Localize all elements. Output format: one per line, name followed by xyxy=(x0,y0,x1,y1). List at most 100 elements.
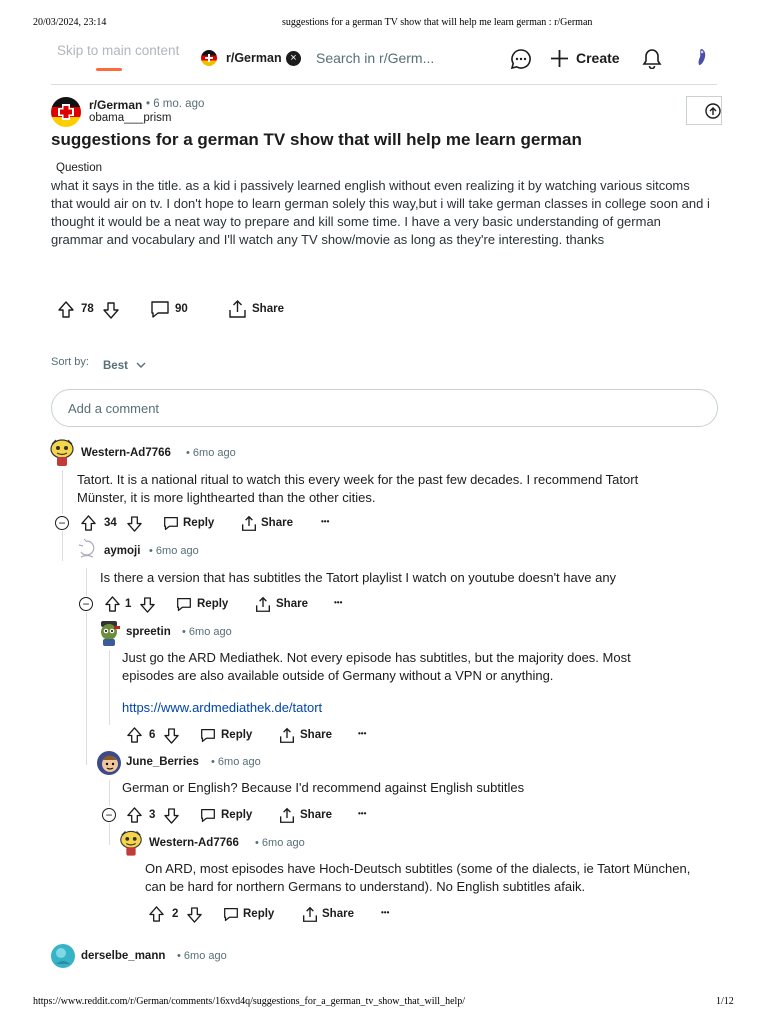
more-options-icon[interactable]: ••• xyxy=(358,729,366,738)
post-vote-count: 78 xyxy=(81,303,94,315)
comment-time: • 6mo ago xyxy=(149,545,199,557)
subreddit-chip-icon xyxy=(201,50,217,66)
comment-vote-count: 3 xyxy=(149,809,156,821)
comment-username[interactable]: spreetin xyxy=(126,626,171,638)
comment-upvote-icon[interactable] xyxy=(105,596,120,612)
comment-avatar[interactable] xyxy=(76,537,98,563)
comment-time: • 6mo ago xyxy=(186,447,236,459)
comment-avatar[interactable] xyxy=(96,750,122,778)
print-datetime: 20/03/2024, 23:14 xyxy=(33,17,107,28)
thread-line xyxy=(109,650,110,725)
thread-line xyxy=(62,470,63,514)
post-share-button[interactable]: Share xyxy=(252,303,284,315)
post-share-icon[interactable] xyxy=(228,299,247,319)
share-button[interactable]: Share xyxy=(261,517,293,529)
reply-button[interactable]: Reply xyxy=(197,598,228,610)
comment-downvote-icon[interactable] xyxy=(164,808,179,824)
collapse-thread-button[interactable]: − xyxy=(55,516,69,530)
comment-username[interactable]: Western-Ad7766 xyxy=(81,447,171,459)
share-icon[interactable] xyxy=(241,515,257,532)
reply-button[interactable]: Reply xyxy=(221,809,252,821)
create-button[interactable]: Create xyxy=(576,50,620,66)
comment-upvote-icon[interactable] xyxy=(149,906,164,922)
more-options-icon[interactable]: ••• xyxy=(321,517,329,526)
subreddit-avatar[interactable] xyxy=(51,97,81,127)
share-icon[interactable] xyxy=(279,727,295,744)
comment-vote-count: 2 xyxy=(172,908,179,920)
comment-downvote-icon[interactable] xyxy=(140,597,155,613)
comment-avatar[interactable] xyxy=(48,438,76,468)
thread-line xyxy=(86,568,87,596)
chip-close-icon[interactable]: × xyxy=(286,51,301,66)
reply-icon[interactable] xyxy=(200,728,216,743)
comment-username[interactable]: aymoji xyxy=(104,545,140,557)
comment-downvote-icon[interactable] xyxy=(127,516,142,532)
comment-username[interactable]: derselbe_mann xyxy=(81,950,165,962)
reply-button[interactable]: Reply xyxy=(221,729,252,741)
comment-vote-count: 34 xyxy=(104,517,117,529)
reply-button[interactable]: Reply xyxy=(183,517,214,529)
comment-avatar[interactable] xyxy=(118,829,144,858)
comment-body: Tatort. It is a national ritual to watch… xyxy=(77,472,639,505)
share-icon[interactable] xyxy=(255,596,271,613)
post-upvote-icon[interactable] xyxy=(58,301,74,318)
post-time: • 6 mo. ago xyxy=(146,98,205,110)
reply-button[interactable]: Reply xyxy=(243,908,274,920)
share-button[interactable]: Share xyxy=(322,908,354,920)
share-button[interactable]: Share xyxy=(300,729,332,741)
sort-dropdown[interactable]: Best xyxy=(103,356,146,374)
comment-username[interactable]: Western-Ad7766 xyxy=(149,837,239,849)
create-plus-icon[interactable] xyxy=(550,49,569,68)
post-comments-icon[interactable] xyxy=(150,300,170,319)
header-divider xyxy=(51,84,717,85)
thread-line xyxy=(109,780,110,806)
reply-icon[interactable] xyxy=(223,907,239,922)
sort-value: Best xyxy=(103,360,128,372)
add-comment-input[interactable]: Add a comment xyxy=(51,389,718,427)
collapse-thread-button[interactable]: − xyxy=(102,808,116,822)
comment-time: • 6mo ago xyxy=(255,837,305,849)
collapse-thread-button[interactable]: − xyxy=(79,597,93,611)
user-avatar[interactable] xyxy=(693,47,709,67)
reply-icon[interactable] xyxy=(176,597,192,612)
comment-time: • 6mo ago xyxy=(177,950,227,962)
back-to-top-button[interactable] xyxy=(686,96,722,125)
search-input[interactable]: Search in r/Germ... xyxy=(316,50,434,66)
reply-icon[interactable] xyxy=(163,516,179,531)
subreddit-chip-label[interactable]: r/German xyxy=(226,51,282,65)
post-downvote-icon[interactable] xyxy=(103,302,119,319)
share-button[interactable]: Share xyxy=(276,598,308,610)
comment-upvote-icon[interactable] xyxy=(127,807,142,823)
comment-upvote-icon[interactable] xyxy=(81,515,96,531)
comment-body: On ARD, most episodes have Hoch-Deutsch … xyxy=(145,861,691,894)
thread-line xyxy=(109,823,110,845)
share-icon[interactable] xyxy=(279,807,295,824)
comment-avatar[interactable] xyxy=(96,619,122,647)
comment-vote-count: 6 xyxy=(149,729,156,741)
share-icon[interactable] xyxy=(302,906,318,923)
chevron-down-icon xyxy=(136,362,146,368)
ard-mediathek-link[interactable]: https://www.ardmediathek.de/tatort xyxy=(122,699,322,717)
reply-icon[interactable] xyxy=(200,808,216,823)
skip-link-underline xyxy=(96,68,122,71)
print-doc-title: suggestions for a german TV show that wi… xyxy=(282,17,593,28)
comment-downvote-icon[interactable] xyxy=(187,907,202,923)
more-options-icon[interactable]: ••• xyxy=(358,809,366,818)
post-comment-count[interactable]: 90 xyxy=(175,303,188,315)
skip-to-main-link[interactable]: Skip to main content xyxy=(57,43,179,58)
more-options-icon[interactable]: ••• xyxy=(334,598,342,607)
print-url: https://www.reddit.com/r/German/comments… xyxy=(33,996,466,1007)
chat-icon[interactable] xyxy=(510,48,532,70)
share-button[interactable]: Share xyxy=(300,809,332,821)
post-subreddit-link[interactable]: r/German xyxy=(89,98,142,112)
more-options-icon[interactable]: ••• xyxy=(381,908,389,917)
comment-username[interactable]: June_Berries xyxy=(126,756,199,768)
add-comment-placeholder: Add a comment xyxy=(68,401,160,416)
post-author[interactable]: obama___prism xyxy=(89,112,171,124)
comment-upvote-icon[interactable] xyxy=(127,727,142,743)
comment-avatar[interactable] xyxy=(50,942,76,970)
post-flair[interactable]: Question xyxy=(56,162,102,174)
arrow-up-circle-icon xyxy=(705,103,721,119)
comment-downvote-icon[interactable] xyxy=(164,728,179,744)
notifications-bell-icon[interactable] xyxy=(642,48,662,69)
